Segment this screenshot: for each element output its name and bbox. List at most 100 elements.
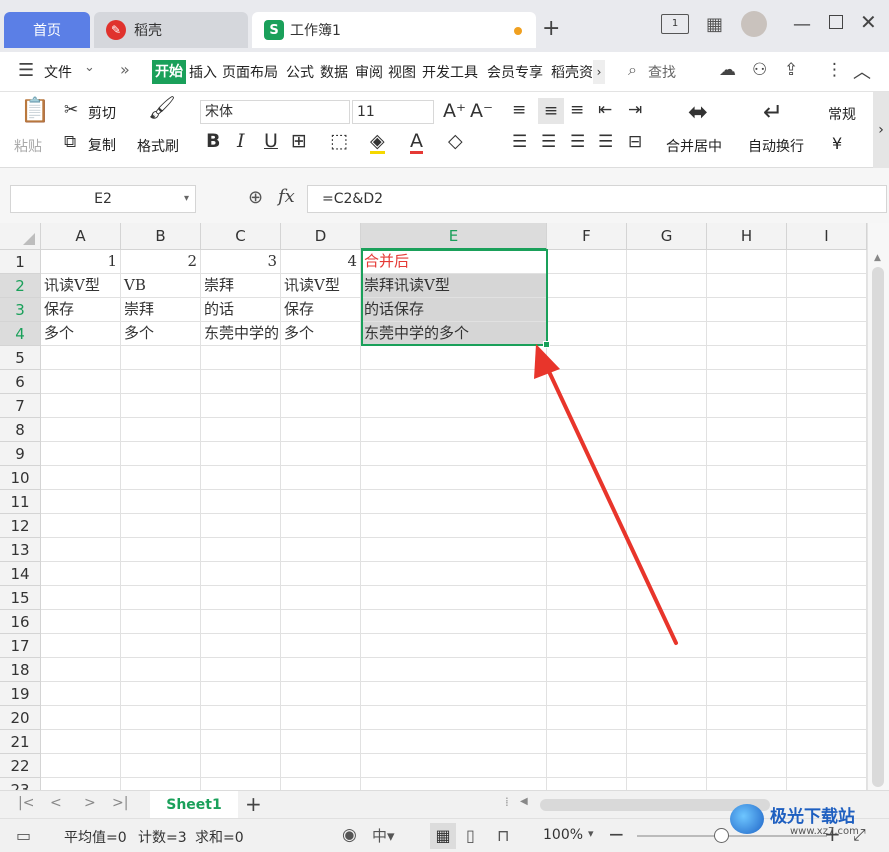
window-layout-icon[interactable]: 1 bbox=[661, 14, 689, 34]
split-handle-icon[interactable]: ⁞ bbox=[505, 795, 509, 809]
status-average: 平均值=0 bbox=[64, 830, 127, 846]
name-box[interactable]: E2 ▾ bbox=[10, 185, 196, 213]
eye-protect-icon[interactable]: ◉ bbox=[342, 825, 357, 845]
ribbon-toolbar: 📋 粘贴 ✂ 剪切 ⧉ 复制 🖌 格式刷 宋体 11 A⁺ A⁻ B I U ⊞… bbox=[0, 92, 889, 168]
status-count: 计数=3 bbox=[138, 830, 187, 846]
menu-insert[interactable]: 插入 bbox=[189, 62, 217, 82]
avatar[interactable] bbox=[741, 11, 767, 37]
input-method-icon[interactable]: 中▾ bbox=[372, 825, 395, 846]
watermark-swirl-icon bbox=[730, 804, 764, 834]
merge-center-icon[interactable]: ⬌ bbox=[688, 100, 708, 124]
zoom-dropdown-icon[interactable]: ▾ bbox=[588, 827, 594, 840]
align-center-icon[interactable]: ☰ bbox=[541, 134, 556, 151]
align-middle-icon[interactable]: ≡ bbox=[538, 98, 564, 124]
status-monitor-icon[interactable]: ▭ bbox=[16, 826, 31, 845]
number-format-select[interactable]: 常规 bbox=[828, 104, 856, 124]
page-break-view-icon[interactable]: ⊓ bbox=[497, 826, 509, 845]
copy-icon[interactable]: ⧉ bbox=[64, 134, 76, 151]
cut-button[interactable]: 剪切 bbox=[88, 103, 116, 123]
cell-style-icon[interactable]: ⬚ bbox=[330, 132, 348, 151]
more-icon[interactable]: ⋮ bbox=[826, 60, 843, 80]
last-sheet-icon[interactable]: >| bbox=[112, 795, 128, 811]
menu-start[interactable]: 开始 bbox=[152, 60, 186, 84]
cloud-sync-icon[interactable]: ☁ bbox=[719, 60, 736, 80]
font-name-select[interactable]: 宋体 bbox=[200, 100, 350, 124]
increase-font-icon[interactable]: A⁺ bbox=[443, 102, 466, 121]
search-label[interactable]: 查找 bbox=[648, 62, 676, 82]
hamburger-icon[interactable]: ☰ bbox=[18, 60, 34, 81]
close-icon[interactable]: ✕ bbox=[860, 10, 877, 34]
menu-view[interactable]: 视图 bbox=[388, 62, 416, 82]
name-box-value: E2 bbox=[94, 191, 112, 207]
align-left-icon[interactable]: ☰ bbox=[512, 134, 527, 151]
merge-center-button[interactable]: 合并居中 bbox=[666, 136, 722, 156]
name-box-dropdown-icon[interactable]: ▾ bbox=[184, 186, 189, 212]
zoom-slider-thumb[interactable] bbox=[714, 828, 729, 843]
zoom-level[interactable]: 100% bbox=[543, 827, 583, 843]
formula-input[interactable]: =C2&D2 bbox=[307, 185, 887, 213]
page-layout-view-icon[interactable]: ▯ bbox=[466, 826, 475, 845]
zoom-formula-icon[interactable]: ⊕ bbox=[248, 187, 263, 208]
collapse-ribbon-icon[interactable]: ︿ bbox=[853, 58, 871, 84]
search-icon[interactable]: ⌕ bbox=[628, 60, 637, 80]
italic-icon[interactable]: I bbox=[237, 132, 245, 151]
unsaved-dot-icon bbox=[514, 27, 522, 35]
font-size-select[interactable]: 11 bbox=[352, 100, 434, 124]
indent-decrease-icon[interactable]: ⇤ bbox=[598, 102, 612, 119]
distribute-icon[interactable]: ⊟ bbox=[628, 134, 642, 151]
share-icon[interactable]: ⇪ bbox=[784, 60, 798, 80]
normal-view-icon[interactable]: ▦ bbox=[430, 823, 456, 849]
sheet-tab-sheet1[interactable]: Sheet1 bbox=[150, 791, 238, 819]
add-sheet-button[interactable]: + bbox=[245, 792, 262, 816]
paste-label[interactable]: 粘贴 bbox=[14, 136, 42, 156]
chevron-down-icon[interactable]: ⌄ bbox=[84, 60, 95, 75]
ribbon-scroll-right-icon[interactable]: › bbox=[873, 92, 889, 168]
bold-icon[interactable]: B bbox=[206, 132, 220, 151]
align-right-icon[interactable]: ☰ bbox=[570, 134, 585, 151]
wrap-text-icon[interactable]: ↵ bbox=[763, 100, 783, 124]
watermark-logo: 极光下载站 www.xz7.com bbox=[730, 798, 880, 844]
prev-sheet-icon[interactable]: < bbox=[50, 795, 62, 811]
copy-button[interactable]: 复制 bbox=[88, 135, 116, 155]
fx-icon[interactable]: fx bbox=[278, 186, 295, 207]
minimize-icon[interactable]: — bbox=[793, 14, 811, 35]
tab-workbook[interactable]: S 工作簿1 bbox=[252, 12, 536, 48]
first-sheet-icon[interactable]: |< bbox=[18, 795, 34, 811]
scroll-left-icon[interactable]: ◀ bbox=[520, 796, 528, 807]
format-painter-button[interactable]: 格式刷 bbox=[137, 136, 179, 156]
decrease-font-icon[interactable]: A⁻ bbox=[470, 102, 493, 121]
menu-member[interactable]: 会员专享 bbox=[487, 62, 543, 82]
align-bottom-icon[interactable]: ≡ bbox=[570, 102, 584, 119]
new-tab-button[interactable]: + bbox=[542, 16, 560, 41]
currency-button[interactable]: ¥ bbox=[832, 134, 842, 153]
underline-icon[interactable]: U bbox=[264, 132, 278, 151]
scissors-icon[interactable]: ✂ bbox=[64, 102, 78, 119]
menu-daoke[interactable]: 稻壳资 bbox=[551, 62, 593, 82]
zoom-out-icon[interactable]: − bbox=[608, 822, 625, 846]
clear-format-icon[interactable]: ◇ bbox=[448, 132, 463, 151]
paste-icon[interactable]: 📋 bbox=[20, 98, 50, 122]
menu-scroll-right-icon[interactable]: › bbox=[593, 60, 605, 84]
align-top-icon[interactable]: ≡ bbox=[512, 102, 526, 119]
menu-data[interactable]: 数据 bbox=[320, 62, 348, 82]
border-icon[interactable]: ⊞ bbox=[291, 132, 307, 151]
menu-formula[interactable]: 公式 bbox=[286, 62, 314, 82]
wrap-text-button[interactable]: 自动换行 bbox=[748, 136, 804, 156]
tab-home[interactable]: 首页 bbox=[4, 12, 90, 48]
menu-file[interactable]: 文件 bbox=[44, 62, 72, 82]
indent-increase-icon[interactable]: ⇥ bbox=[628, 102, 642, 119]
maximize-icon[interactable] bbox=[829, 15, 843, 29]
tab-daoke[interactable]: ✎ 稻壳 bbox=[94, 12, 248, 48]
collaborate-icon[interactable]: ⚇ bbox=[752, 60, 767, 80]
format-painter-icon[interactable]: 🖌 bbox=[148, 98, 176, 120]
grid-apps-icon[interactable]: ▦ bbox=[706, 14, 723, 35]
next-sheet-icon[interactable]: > bbox=[84, 795, 96, 811]
font-color-icon[interactable]: A bbox=[410, 132, 423, 154]
daoke-logo-icon: ✎ bbox=[106, 20, 126, 40]
fill-color-icon[interactable]: ◈ bbox=[370, 132, 385, 154]
double-chevron-icon[interactable]: » bbox=[120, 60, 130, 79]
menu-review[interactable]: 审阅 bbox=[355, 62, 383, 82]
menu-developer[interactable]: 开发工具 bbox=[422, 62, 478, 82]
menu-page-layout[interactable]: 页面布局 bbox=[222, 62, 278, 82]
justify-icon[interactable]: ☰ bbox=[598, 134, 613, 151]
